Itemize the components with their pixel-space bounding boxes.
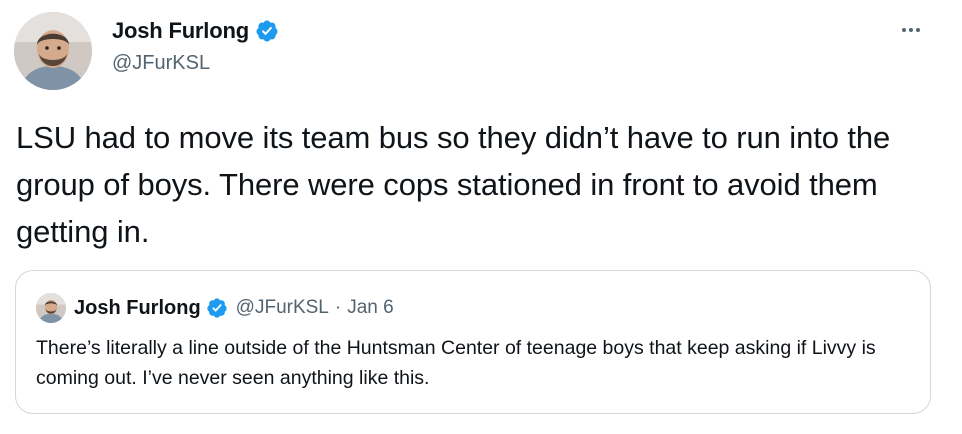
more-options-icon[interactable] <box>896 18 926 42</box>
author-display-name[interactable]: Josh Furlong <box>112 18 249 44</box>
quoted-author-avatar <box>36 293 66 323</box>
author-name-row: Josh Furlong <box>112 16 279 46</box>
verified-badge-icon <box>255 19 279 43</box>
more-dot <box>902 28 906 32</box>
quoted-tweet-text: There’s literally a line outside of the … <box>36 337 876 389</box>
tweet-text: LSU had to move its team bus so they did… <box>16 120 891 249</box>
quoted-author-display-name: Josh Furlong <box>74 296 201 319</box>
quoted-tweet[interactable]: Josh Furlong @JFurKSL · Jan 6 There’s li… <box>15 270 931 414</box>
more-dot <box>916 28 920 32</box>
verified-badge-icon <box>206 297 228 319</box>
quoted-author-handle: @JFurKSL <box>235 297 329 318</box>
quoted-tweet-header: Josh Furlong @JFurKSL · Jan 6 <box>36 293 394 323</box>
author-avatar-image <box>14 12 92 90</box>
meta-separator: · <box>334 297 342 318</box>
quoted-tweet-meta: @JFurKSL · Jan 6 <box>236 297 394 319</box>
more-dot <box>909 28 913 32</box>
author-info: Josh Furlong @JFurKSL <box>112 16 279 75</box>
author-handle[interactable]: @JFurKSL <box>112 52 279 75</box>
quoted-tweet-date: Jan 6 <box>347 297 394 318</box>
tweet-card[interactable]: Josh Furlong @JFurKSL LSU had to move it… <box>0 0 962 434</box>
author-avatar[interactable] <box>14 12 92 90</box>
